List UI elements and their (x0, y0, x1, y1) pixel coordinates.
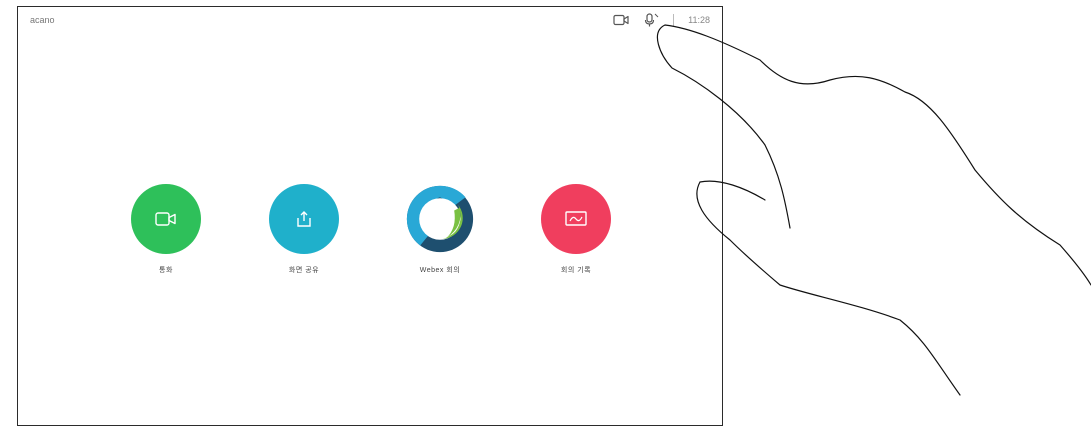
call-label: 통화 (159, 267, 173, 274)
status-divider (673, 14, 675, 26)
webex-label: Webex 회의 (419, 267, 461, 274)
share-screen-icon (297, 211, 311, 227)
share-tile[interactable]: 화면 공유 (259, 184, 349, 275)
whiteboard-icon (565, 211, 587, 226)
status-bar: 11:28 (613, 13, 710, 27)
microphone-icon[interactable] (643, 13, 659, 27)
webex-button[interactable] (405, 184, 475, 254)
call-button[interactable] (131, 184, 201, 254)
camera-icon[interactable] (613, 13, 629, 27)
webex-icon (406, 185, 474, 253)
share-label: 화면 공유 (288, 267, 320, 274)
touch-panel-screen: acano 11:28 통화 화면 공유 Webex 회의 회의 기록 (17, 6, 723, 426)
whiteboard-button[interactable] (541, 184, 611, 254)
clock: 11:28 (688, 15, 710, 25)
video-call-icon (155, 212, 176, 226)
share-button[interactable] (269, 184, 339, 254)
webex-tile[interactable]: Webex 회의 (395, 184, 485, 275)
home-actions: 통화 화면 공유 Webex 회의 회의 기록 (18, 184, 722, 304)
call-tile[interactable]: 통화 (121, 184, 211, 275)
whiteboard-label: 회의 기록 (560, 267, 592, 274)
device-name: acano (30, 15, 55, 25)
whiteboard-tile[interactable]: 회의 기록 (531, 184, 621, 275)
